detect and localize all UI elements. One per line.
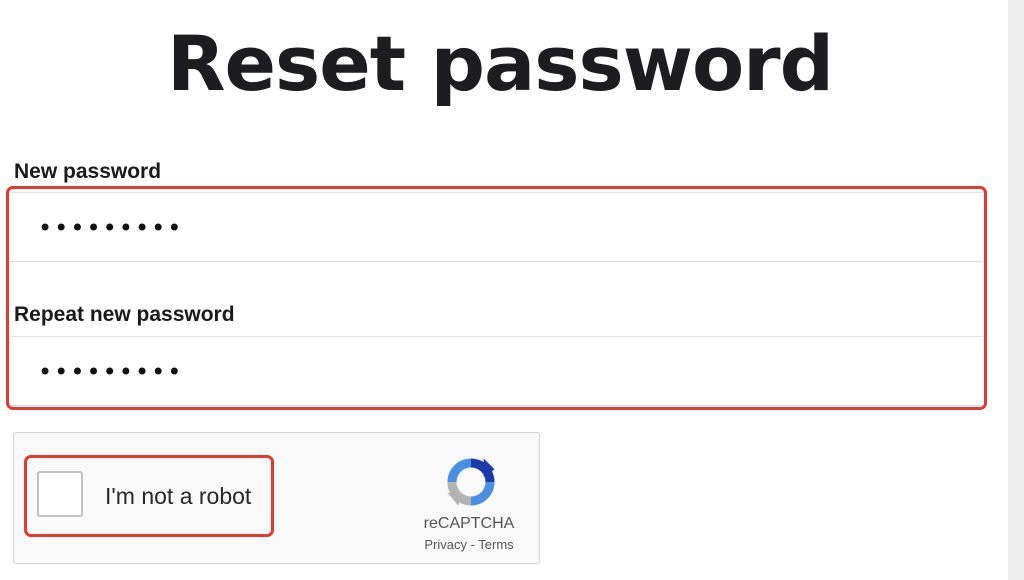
terms-link[interactable]: Terms (478, 537, 513, 552)
recaptcha-links: Privacy - Terms (394, 537, 544, 552)
scrollbar-track[interactable] (1008, 0, 1024, 580)
recaptcha-checkbox-label: I'm not a robot (105, 483, 252, 509)
repeat-password-field-container (10, 336, 983, 406)
page-title: Reset password (166, 19, 834, 108)
privacy-link[interactable]: Privacy (424, 537, 467, 552)
new-password-field-container (10, 192, 983, 262)
new-password-label: New password (14, 160, 162, 183)
links-separator: - (466, 537, 479, 552)
recaptcha-widget: I'm not a robot reCAPTCHA Privacy - Term… (13, 432, 540, 564)
recaptcha-checkbox[interactable] (37, 471, 83, 517)
recaptcha-brand: reCAPTCHA (423, 515, 515, 532)
new-password-input[interactable] (36, 207, 940, 249)
repeat-password-input[interactable] (36, 351, 940, 393)
repeat-password-label: Repeat new password (14, 303, 235, 326)
recaptcha-logo-icon (447, 458, 495, 506)
